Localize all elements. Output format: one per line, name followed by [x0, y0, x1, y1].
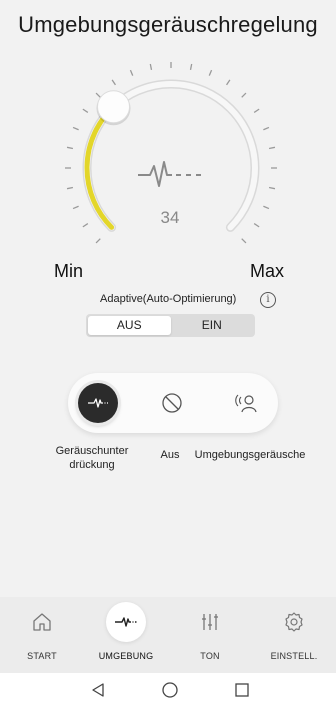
ambient-sound-icon — [235, 394, 257, 413]
dial-tick — [253, 108, 260, 113]
adaptive-toggle[interactable]: AUS EIN — [86, 314, 255, 337]
mode-label-line2: drückung — [69, 459, 115, 471]
dial-tick — [66, 146, 74, 150]
home-circle-icon — [162, 682, 178, 698]
nav-item-einstellungen[interactable]: EINSTELL. — [252, 597, 336, 673]
dial-min-label: Min — [54, 261, 84, 281]
adaptive-on-button[interactable]: EIN — [171, 316, 254, 335]
dial-tick — [241, 92, 247, 98]
nav-label-einstellungen: EINSTELL. — [270, 651, 318, 661]
dial-tick — [253, 223, 260, 228]
waveform-icon — [88, 398, 108, 408]
info-icon[interactable]: i — [260, 292, 276, 308]
dial-tick — [66, 186, 74, 190]
dial-tick — [111, 79, 116, 86]
dial-tick — [263, 205, 270, 210]
anc-off-button[interactable] — [152, 383, 192, 423]
mode-label-noise-cancel: Geräuschunter drückung — [52, 444, 132, 472]
dial-tick — [72, 205, 79, 210]
nav-item-ton[interactable]: TON — [168, 597, 252, 673]
bottom-navigation: START UMGEBUNG TON EINSTELL. — [0, 597, 336, 673]
home-button[interactable] — [161, 681, 179, 699]
system-navigation-bar — [0, 673, 336, 705]
dial-max-label: Max — [250, 261, 285, 281]
page-title: Umgebungsgeräuschregelung — [18, 12, 318, 37]
mode-label-ambient: Umgebungsgeräusche — [194, 449, 306, 461]
dial-tick — [241, 238, 247, 244]
waveform-icon — [115, 617, 137, 627]
nav-icon-wrap — [274, 602, 314, 642]
adaptive-off-button[interactable]: AUS — [88, 316, 171, 335]
nav-icon-wrap — [106, 602, 146, 642]
mode-label-line1: Geräuschunter — [55, 445, 129, 457]
nav-label-umgebung: UMGEBUNG — [98, 651, 154, 661]
dial-tick — [129, 69, 134, 76]
home-icon — [33, 613, 51, 631]
noise-level-dial[interactable]: 34 Min Max — [0, 50, 336, 290]
dial-tick — [208, 69, 213, 76]
equalizer-icon — [202, 614, 218, 630]
dial-tick — [82, 223, 89, 228]
mode-label-off: Aus — [160, 449, 180, 461]
dial-tick — [226, 79, 231, 86]
off-icon — [162, 393, 182, 413]
nav-item-umgebung[interactable]: UMGEBUNG — [84, 597, 168, 673]
adaptive-label: Adaptive(Auto-Optimierung) — [100, 293, 237, 305]
adaptive-row: Adaptive(Auto-Optimierung) i — [0, 292, 336, 309]
dial-graphic[interactable] — [0, 50, 336, 290]
dial-tick — [268, 146, 276, 150]
nav-label-ton: TON — [200, 651, 220, 661]
dial-value: 34 — [160, 208, 180, 227]
recents-icon — [235, 683, 249, 697]
mode-selector — [68, 373, 278, 433]
dial-tick — [72, 126, 79, 131]
dial-tick — [268, 186, 276, 190]
nav-icon-wrap — [22, 602, 62, 642]
ambient-sound-button[interactable] — [226, 383, 266, 423]
back-button[interactable] — [89, 681, 107, 699]
dial-tick — [95, 238, 101, 244]
dial-tick — [82, 108, 89, 113]
dial-knob[interactable] — [96, 90, 130, 124]
noise-cancel-button[interactable] — [78, 383, 118, 423]
recents-button[interactable] — [233, 681, 251, 699]
waveform-icon — [138, 161, 172, 187]
dial-tick — [189, 63, 193, 71]
nav-icon-wrap — [190, 602, 230, 642]
back-icon — [92, 683, 104, 697]
gear-icon — [285, 612, 303, 632]
nav-label-start: START — [27, 651, 57, 661]
dial-tick — [149, 63, 153, 71]
dial-tick — [263, 126, 270, 131]
dial-tick — [95, 92, 101, 98]
nav-item-start[interactable]: START — [0, 597, 84, 673]
